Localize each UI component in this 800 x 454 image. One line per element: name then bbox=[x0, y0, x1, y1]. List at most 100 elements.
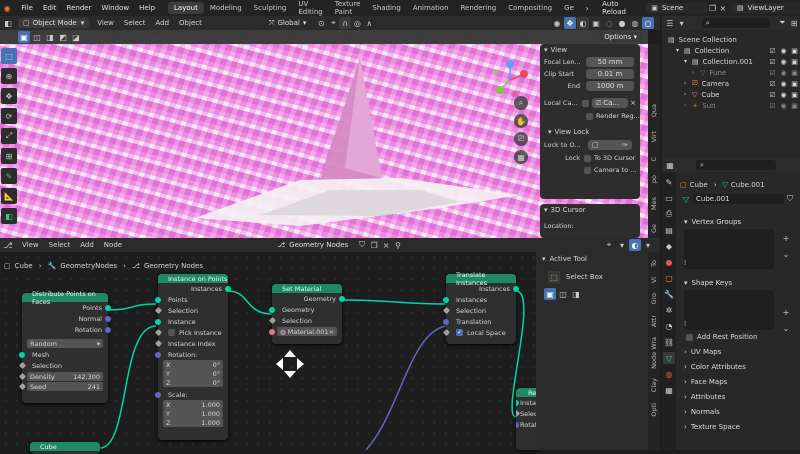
material-field[interactable]: ◍ Material.001 × bbox=[269, 327, 337, 336]
instance-on-points-node[interactable]: Instance on Points Instances Points Sele… bbox=[154, 274, 231, 440]
outliner-item[interactable]: ▾ ▤ Collection.001 ☑ ◉ ▣ bbox=[662, 56, 800, 67]
node-menu-select[interactable]: Select bbox=[49, 241, 71, 249]
select-new-icon[interactable]: ▣ bbox=[18, 31, 30, 43]
breadcrumb-object[interactable]: Cube bbox=[15, 262, 33, 270]
tab-group[interactable]: Gro bbox=[650, 293, 658, 305]
chevron-down-icon[interactable]: ⌄ bbox=[780, 248, 792, 260]
node-menu-view[interactable]: View bbox=[22, 241, 39, 249]
lock-cursor-checkbox[interactable] bbox=[584, 154, 591, 162]
tab-view[interactable]: Vi bbox=[650, 277, 658, 283]
checkbox-icon[interactable]: ☑ bbox=[767, 102, 778, 110]
menu-window[interactable]: Window bbox=[96, 4, 134, 12]
input-socket[interactable] bbox=[155, 351, 161, 358]
menu-render[interactable]: Render bbox=[62, 4, 97, 12]
texture-tab-icon[interactable]: ▦ bbox=[663, 384, 675, 396]
pan-hand-icon[interactable]: ✋ bbox=[514, 114, 528, 128]
camera-render-icon[interactable]: ▣ bbox=[789, 102, 800, 110]
tab-options[interactable]: Opti bbox=[650, 403, 658, 417]
measure-tool-icon[interactable]: 📐 bbox=[1, 188, 17, 204]
expand-chevron-icon[interactable]: ▾ bbox=[684, 58, 692, 65]
distribute-points-node[interactable]: Distribute Points on Faces Points Normal… bbox=[18, 290, 111, 403]
material-shading-icon[interactable]: ◍ bbox=[629, 17, 641, 29]
viewport-menu-view[interactable]: View bbox=[97, 19, 114, 27]
select-box-tool-icon[interactable]: ⬚ bbox=[1, 48, 17, 64]
face-maps-section[interactable]: › Face Maps bbox=[676, 374, 800, 389]
vertex-groups-section[interactable]: ▾ Vertex Groups bbox=[676, 214, 800, 229]
focal-length-field[interactable]: 50 mm bbox=[586, 57, 634, 67]
tab-geometry-nodes[interactable]: Ge bbox=[558, 2, 580, 14]
input-socket[interactable] bbox=[154, 328, 163, 336]
clip-start-field[interactable]: 0.01 m bbox=[586, 69, 634, 79]
pivot-icon[interactable]: ⊙ bbox=[315, 17, 327, 29]
lock-camera-checkbox[interactable] bbox=[584, 166, 591, 174]
gizmo-icon[interactable]: ✥ bbox=[564, 17, 576, 29]
perspective-grid-icon[interactable]: ▦ bbox=[514, 150, 528, 164]
tab-layout[interactable]: Layout bbox=[168, 2, 204, 14]
scale-y-field[interactable]: Y 1.000 bbox=[163, 409, 223, 418]
auto-reload-button[interactable]: Auto Reload bbox=[602, 0, 638, 16]
shape-keys-section[interactable]: ▾ Shape Keys bbox=[676, 275, 800, 290]
scale-x-field[interactable]: X 1.000 bbox=[163, 400, 223, 409]
expand-chevron-icon[interactable]: › bbox=[684, 80, 692, 87]
filter-icon[interactable]: ⏷ bbox=[776, 17, 788, 29]
output-tab-icon[interactable]: ⎙ bbox=[663, 208, 675, 220]
outliner-item[interactable]: › ⎚ Camera ☑ ◉ ▣ bbox=[662, 78, 800, 89]
properties-search-input[interactable]: ⌕ bbox=[696, 160, 776, 170]
input-socket[interactable] bbox=[516, 421, 519, 428]
tab-tool[interactable]: To bbox=[650, 260, 658, 267]
constraints-tab-icon[interactable]: ⛓ bbox=[663, 336, 675, 348]
options-button[interactable]: Options ▾ bbox=[599, 32, 642, 42]
overlay-icon[interactable]: ◐ bbox=[577, 17, 589, 29]
camera-render-icon[interactable]: ▣ bbox=[789, 91, 800, 99]
attributes-section[interactable]: › Attributes bbox=[676, 389, 800, 404]
density-field[interactable]: Density 142.300 bbox=[18, 372, 103, 381]
mesh-name-field[interactable]: Cube.001 bbox=[692, 194, 784, 204]
tab-node-wrangler[interactable]: Node Wra bbox=[650, 337, 658, 369]
orientation-selector[interactable]: ⤧ Global ▾ bbox=[263, 17, 312, 29]
editor-type-3d-icon[interactable]: ◧ bbox=[2, 17, 14, 29]
move-tool-icon[interactable]: ✥ bbox=[1, 88, 17, 104]
tab-compositing[interactable]: Compositing bbox=[502, 2, 558, 14]
expand-chevron-icon[interactable]: ▾ bbox=[676, 47, 684, 54]
output-socket[interactable] bbox=[105, 326, 111, 333]
mode-selector[interactable]: ▢ Object Mode ▾ bbox=[18, 18, 90, 28]
expand-chevron-icon[interactable]: › bbox=[684, 91, 692, 98]
tab-po[interactable]: po bbox=[650, 175, 658, 183]
input-socket[interactable] bbox=[516, 399, 519, 406]
clear-icon[interactable]: × bbox=[630, 99, 636, 107]
scene-selector[interactable]: ▣ Scene bbox=[646, 3, 708, 13]
menu-help[interactable]: Help bbox=[134, 4, 160, 12]
menu-file[interactable]: File bbox=[16, 4, 38, 12]
snap-mode-icon[interactable]: ▾ bbox=[616, 239, 628, 251]
input-socket[interactable] bbox=[442, 328, 451, 336]
scene-remove-icon[interactable]: × bbox=[718, 2, 728, 14]
solid-shading-icon[interactable]: ● bbox=[616, 17, 628, 29]
add-icon[interactable]: + bbox=[780, 306, 792, 318]
input-socket[interactable] bbox=[155, 318, 161, 325]
close-icon[interactable]: × bbox=[329, 328, 334, 336]
view-lock-section-header[interactable]: ▾ View Lock bbox=[540, 126, 640, 138]
distribute-node-header[interactable]: Distribute Points on Faces bbox=[22, 290, 108, 306]
node-tree-selector[interactable]: ⎇ Geometry Nodes bbox=[272, 240, 357, 250]
rotate-tool-icon[interactable]: ⟳ bbox=[1, 108, 17, 124]
eye-icon[interactable]: ◉ bbox=[778, 69, 789, 77]
tab-ge[interactable]: Ge bbox=[650, 224, 658, 233]
proportional-edit-icon[interactable]: ◎ bbox=[351, 17, 363, 29]
unlink-icon[interactable]: × bbox=[380, 239, 392, 251]
rotation-x-field[interactable]: X 0° bbox=[163, 360, 223, 369]
3d-cursor-section-header[interactable]: ▾ 3D Cursor bbox=[540, 204, 640, 216]
filter-display-icon[interactable]: ▾ bbox=[676, 17, 688, 29]
node-menu-node[interactable]: Node bbox=[104, 241, 122, 249]
new-collection-icon[interactable]: ⊞ bbox=[788, 17, 800, 29]
camera-render-icon[interactable]: ▣ bbox=[789, 47, 800, 55]
node-editor-canvas[interactable]: Distribute Points on Faces Points Normal… bbox=[0, 252, 540, 454]
chevron-down-icon[interactable]: ⌄ bbox=[780, 322, 792, 334]
select-subtract-icon[interactable]: ◨ bbox=[570, 288, 582, 300]
viewport-menu-select[interactable]: Select bbox=[124, 19, 146, 27]
breadcrumb-node-tree[interactable]: Geometry Nodes bbox=[144, 262, 203, 270]
eye-icon[interactable]: ◉ bbox=[778, 91, 789, 99]
transform-tool-icon[interactable]: ⊞ bbox=[1, 148, 17, 164]
input-socket[interactable] bbox=[443, 318, 449, 325]
data-tab-icon[interactable]: ▽ bbox=[663, 352, 675, 364]
eye-icon[interactable]: ◉ bbox=[778, 102, 789, 110]
